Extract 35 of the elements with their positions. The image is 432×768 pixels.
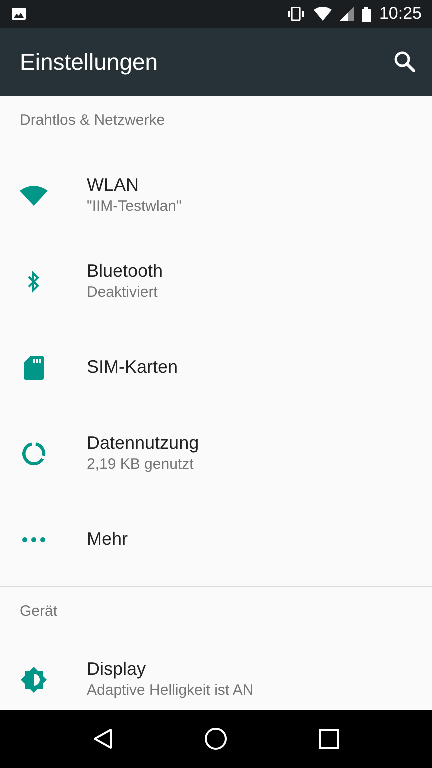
item-title: Display	[87, 659, 148, 682]
settings-item[interactable]: WLAN "IIM-Testwlan"	[0, 153, 432, 239]
settings-item[interactable]: Datennutzung 2,19 KB genutzt	[0, 411, 432, 497]
vibrate-icon	[286, 7, 306, 21]
wifi-icon	[20, 186, 48, 206]
item-summary: 2,19 KB genutzt	[87, 455, 195, 475]
item-title: Bluetooth	[87, 261, 164, 284]
item-summary: Deaktiviert	[87, 283, 159, 303]
item-summary: "IIM-Testwlan"	[87, 197, 182, 217]
recents-icon[interactable]	[318, 729, 339, 749]
item-title: SIM-Karten	[87, 357, 178, 379]
wifi-icon	[314, 7, 332, 21]
home-icon[interactable]	[204, 727, 228, 751]
search-icon[interactable]	[394, 51, 416, 73]
battery-icon	[362, 6, 372, 22]
bluetooth-icon	[26, 271, 40, 293]
item-summary: Adaptive Helligkeit ist AN	[87, 681, 254, 701]
section-header: Drahtlos & Netzwerke	[20, 112, 166, 129]
item-title: Mehr	[87, 529, 128, 551]
settings-item[interactable]: Mehr	[0, 497, 432, 583]
brightness-icon	[20, 666, 48, 694]
signal-icon	[340, 7, 354, 21]
data-usage-icon	[20, 441, 46, 467]
app-bar-title: Einstellungen	[20, 48, 158, 77]
item-title: Datennutzung	[87, 433, 200, 456]
settings-item[interactable]: SIM-Karten	[0, 325, 432, 411]
more-icon	[22, 537, 46, 543]
settings-item[interactable]: Bluetooth Deaktiviert	[0, 239, 432, 325]
image-icon	[12, 8, 26, 20]
settings-item[interactable]: Display Adaptive Helligkeit ist AN	[0, 637, 432, 710]
item-title: WLAN	[87, 175, 140, 198]
clock-time: 10:25	[379, 3, 422, 26]
sim-card-icon	[24, 356, 44, 380]
back-icon[interactable]	[93, 728, 114, 750]
section-header: Gerät	[20, 603, 58, 620]
